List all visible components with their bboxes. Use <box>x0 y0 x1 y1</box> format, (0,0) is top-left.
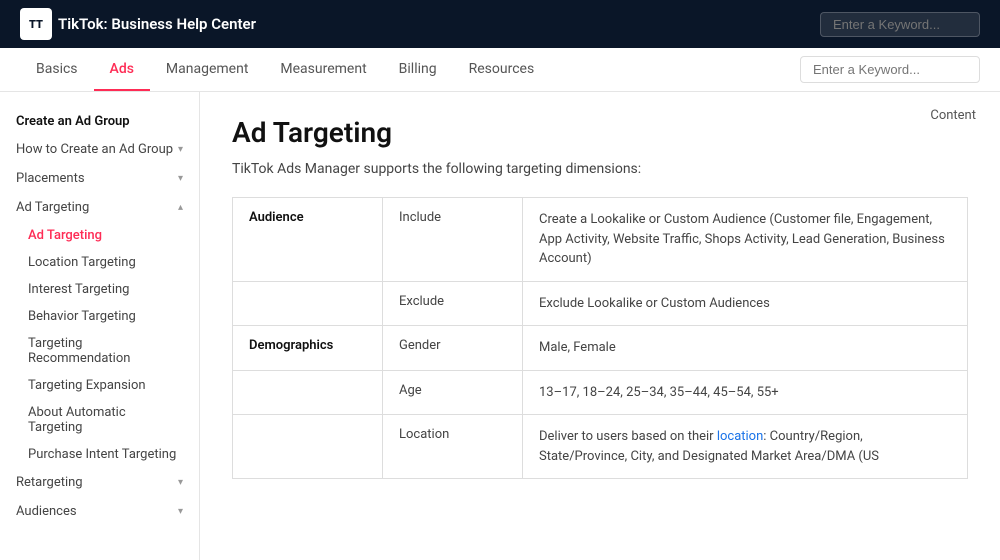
top-search-input[interactable] <box>820 12 980 37</box>
table-cell-category: Demographics <box>233 326 383 371</box>
tab-management[interactable]: Management <box>150 48 264 91</box>
sidebar-sub-item-targeting-recommendation[interactable]: Targeting Recommendation <box>0 330 199 372</box>
sidebar-sub-item-ad-targeting[interactable]: Ad Targeting <box>0 222 199 249</box>
targeting-table: Audience Include Create a Lookalike or C… <box>232 197 968 479</box>
sidebar-sub-item-behavior-targeting[interactable]: Behavior Targeting <box>0 303 199 330</box>
tiktok-icon: TT <box>20 8 52 40</box>
page-title: Ad Targeting <box>232 116 968 149</box>
table-row: Location Deliver to users based on their… <box>233 415 968 479</box>
sidebar-item-placements[interactable]: Placements ▾ <box>0 164 199 193</box>
table-row: Audience Include Create a Lookalike or C… <box>233 198 968 282</box>
main-content: Content Ad Targeting TikTok Ads Manager … <box>200 92 1000 560</box>
chevron-down-icon: ▾ <box>178 144 183 155</box>
page-intro: TikTok Ads Manager supports the followin… <box>232 161 968 177</box>
sidebar-item-retargeting[interactable]: Retargeting ▾ <box>0 468 199 497</box>
sub-nav-search <box>800 56 980 83</box>
sidebar-sub-item-about-automatic[interactable]: About Automatic Targeting <box>0 399 199 441</box>
table-row: Age 13–17, 18–24, 25–34, 35–44, 45–54, 5… <box>233 370 968 415</box>
sidebar-sub-item-location-targeting[interactable]: Location Targeting <box>0 249 199 276</box>
top-nav: TT TikTok: Business Help Center <box>0 0 1000 48</box>
tab-billing[interactable]: Billing <box>383 48 453 91</box>
tab-measurement[interactable]: Measurement <box>264 48 382 91</box>
logo-text: TikTok: Business Help Center <box>58 15 256 33</box>
sidebar-top-section: Create an Ad Group <box>0 108 199 135</box>
table-cell-category <box>233 370 383 415</box>
table-cell-description: Deliver to users based on their location… <box>523 415 968 479</box>
table-cell-type: Include <box>383 198 523 282</box>
tab-ads[interactable]: Ads <box>94 48 150 91</box>
logo-subtitle: : Business Help Center <box>104 15 256 33</box>
table-cell-description: Male, Female <box>523 326 968 371</box>
sub-search-input[interactable] <box>800 56 980 83</box>
table-row: Demographics Gender Male, Female <box>233 326 968 371</box>
sidebar-sub-item-interest-targeting[interactable]: Interest Targeting <box>0 276 199 303</box>
location-link[interactable]: location <box>717 429 763 444</box>
sidebar-item-label: Audiences <box>16 504 77 519</box>
chevron-down-icon: ▾ <box>178 173 183 184</box>
sidebar-item-label: Placements <box>16 171 85 186</box>
tab-resources[interactable]: Resources <box>453 48 551 91</box>
table-cell-category <box>233 415 383 479</box>
sidebar-sub-item-purchase-intent[interactable]: Purchase Intent Targeting <box>0 441 199 468</box>
table-cell-description: Create a Lookalike or Custom Audience (C… <box>523 198 968 282</box>
logo-brand: TikTok <box>58 15 104 33</box>
table-cell-type: Location <box>383 415 523 479</box>
content-label: Content <box>930 108 976 123</box>
sidebar: Create an Ad Group How to Create an Ad G… <box>0 92 200 560</box>
sub-nav-tabs: Basics Ads Management Measurement Billin… <box>20 48 550 91</box>
table-cell-description: 13–17, 18–24, 25–34, 35–44, 45–54, 55+ <box>523 370 968 415</box>
sidebar-item-how-to-create[interactable]: How to Create an Ad Group ▾ <box>0 135 199 164</box>
chevron-down-icon: ▾ <box>178 506 183 517</box>
sidebar-sub-item-targeting-expansion[interactable]: Targeting Expansion <box>0 372 199 399</box>
table-cell-type: Gender <box>383 326 523 371</box>
main-layout: Create an Ad Group How to Create an Ad G… <box>0 92 1000 560</box>
chevron-down-icon: ▾ <box>178 477 183 488</box>
site-logo: TT TikTok: Business Help Center <box>20 8 256 40</box>
sidebar-item-label: Retargeting <box>16 475 83 490</box>
sidebar-item-label: How to Create an Ad Group <box>16 142 173 157</box>
sidebar-item-ad-targeting[interactable]: Ad Targeting ▴ <box>0 193 199 222</box>
table-cell-description: Exclude Lookalike or Custom Audiences <box>523 281 968 326</box>
table-row: Exclude Exclude Lookalike or Custom Audi… <box>233 281 968 326</box>
sidebar-item-audiences[interactable]: Audiences ▾ <box>0 497 199 526</box>
table-cell-type: Age <box>383 370 523 415</box>
table-cell-type: Exclude <box>383 281 523 326</box>
sidebar-item-label: Ad Targeting <box>16 200 89 215</box>
table-cell-category: Audience <box>233 198 383 282</box>
table-cell-category <box>233 281 383 326</box>
tab-basics[interactable]: Basics <box>20 48 94 91</box>
sub-nav: Basics Ads Management Measurement Billin… <box>0 48 1000 92</box>
chevron-up-icon: ▴ <box>178 202 183 213</box>
